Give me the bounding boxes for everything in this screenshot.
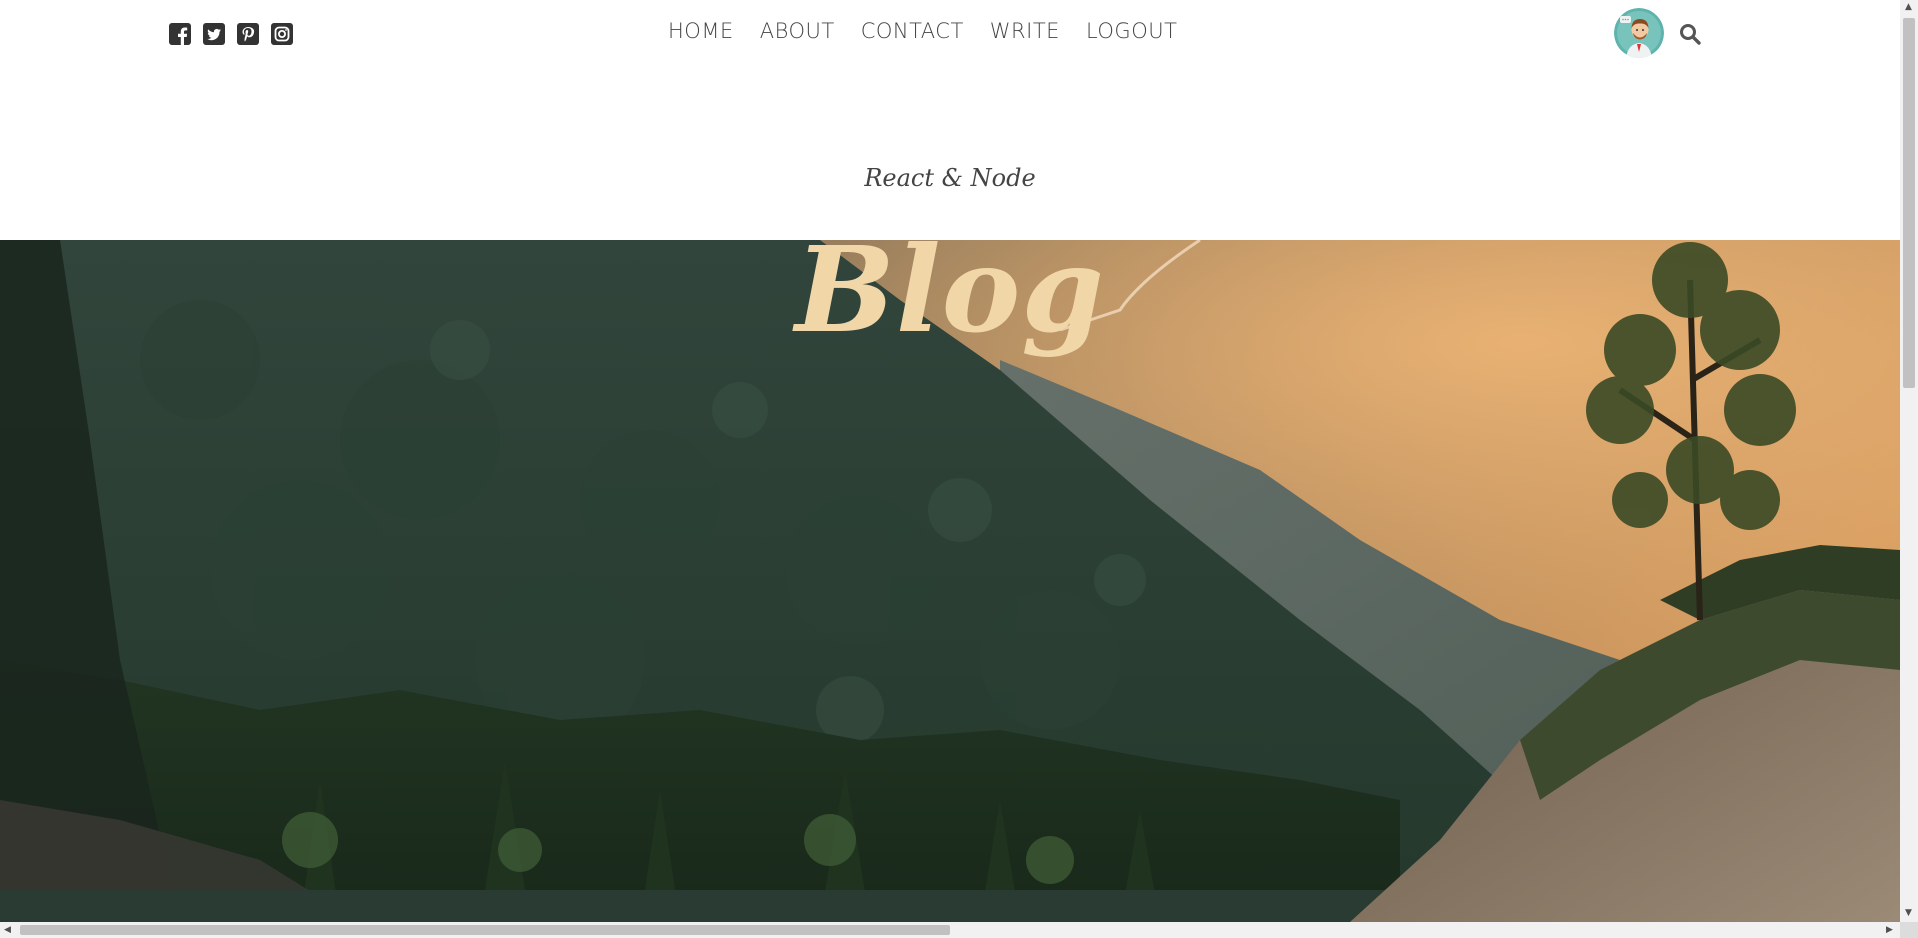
nav-home[interactable]: HOME — [668, 18, 734, 44]
facebook-icon[interactable] — [168, 22, 192, 46]
main-nav: HOME ABOUT CONTACT WRITE LOGOUT — [668, 18, 1177, 44]
nav-contact[interactable]: CONTACT — [861, 18, 964, 44]
nav-write[interactable]: WRITE — [990, 18, 1060, 44]
top-bar: HOME ABOUT CONTACT WRITE LOGOUT — [0, 2, 1900, 64]
scroll-right-arrow-icon[interactable]: ▶ — [1886, 925, 1893, 935]
browser-viewport: HOME ABOUT CONTACT WRITE LOGOUT React & … — [0, 0, 1900, 922]
vertical-scrollbar[interactable]: ▲ ▼ — [1900, 0, 1918, 922]
header-subtitle: React & Node — [864, 164, 1036, 192]
social-icons — [168, 22, 294, 46]
scrollbar-corner — [1900, 922, 1918, 938]
horizontal-scroll-thumb[interactable] — [20, 925, 950, 935]
horizontal-scrollbar[interactable]: ◀ ▶ — [0, 922, 1900, 938]
vertical-scroll-thumb[interactable] — [1903, 18, 1915, 388]
scroll-down-arrow-icon[interactable]: ▼ — [1905, 908, 1912, 918]
pinterest-icon[interactable] — [236, 22, 260, 46]
twitter-icon[interactable] — [202, 22, 226, 46]
nav-logout[interactable]: LOGOUT — [1086, 18, 1177, 44]
instagram-icon[interactable] — [270, 22, 294, 46]
page: HOME ABOUT CONTACT WRITE LOGOUT React & … — [0, 0, 1918, 938]
scroll-left-arrow-icon[interactable]: ◀ — [4, 925, 11, 935]
top-right-area — [1614, 8, 1702, 58]
scroll-up-arrow-icon[interactable]: ▲ — [1905, 2, 1912, 12]
profile-avatar-icon[interactable] — [1614, 8, 1664, 58]
nav-about[interactable]: ABOUT — [760, 18, 835, 44]
header-title: Blog — [795, 220, 1105, 359]
search-icon[interactable] — [1678, 22, 1702, 46]
